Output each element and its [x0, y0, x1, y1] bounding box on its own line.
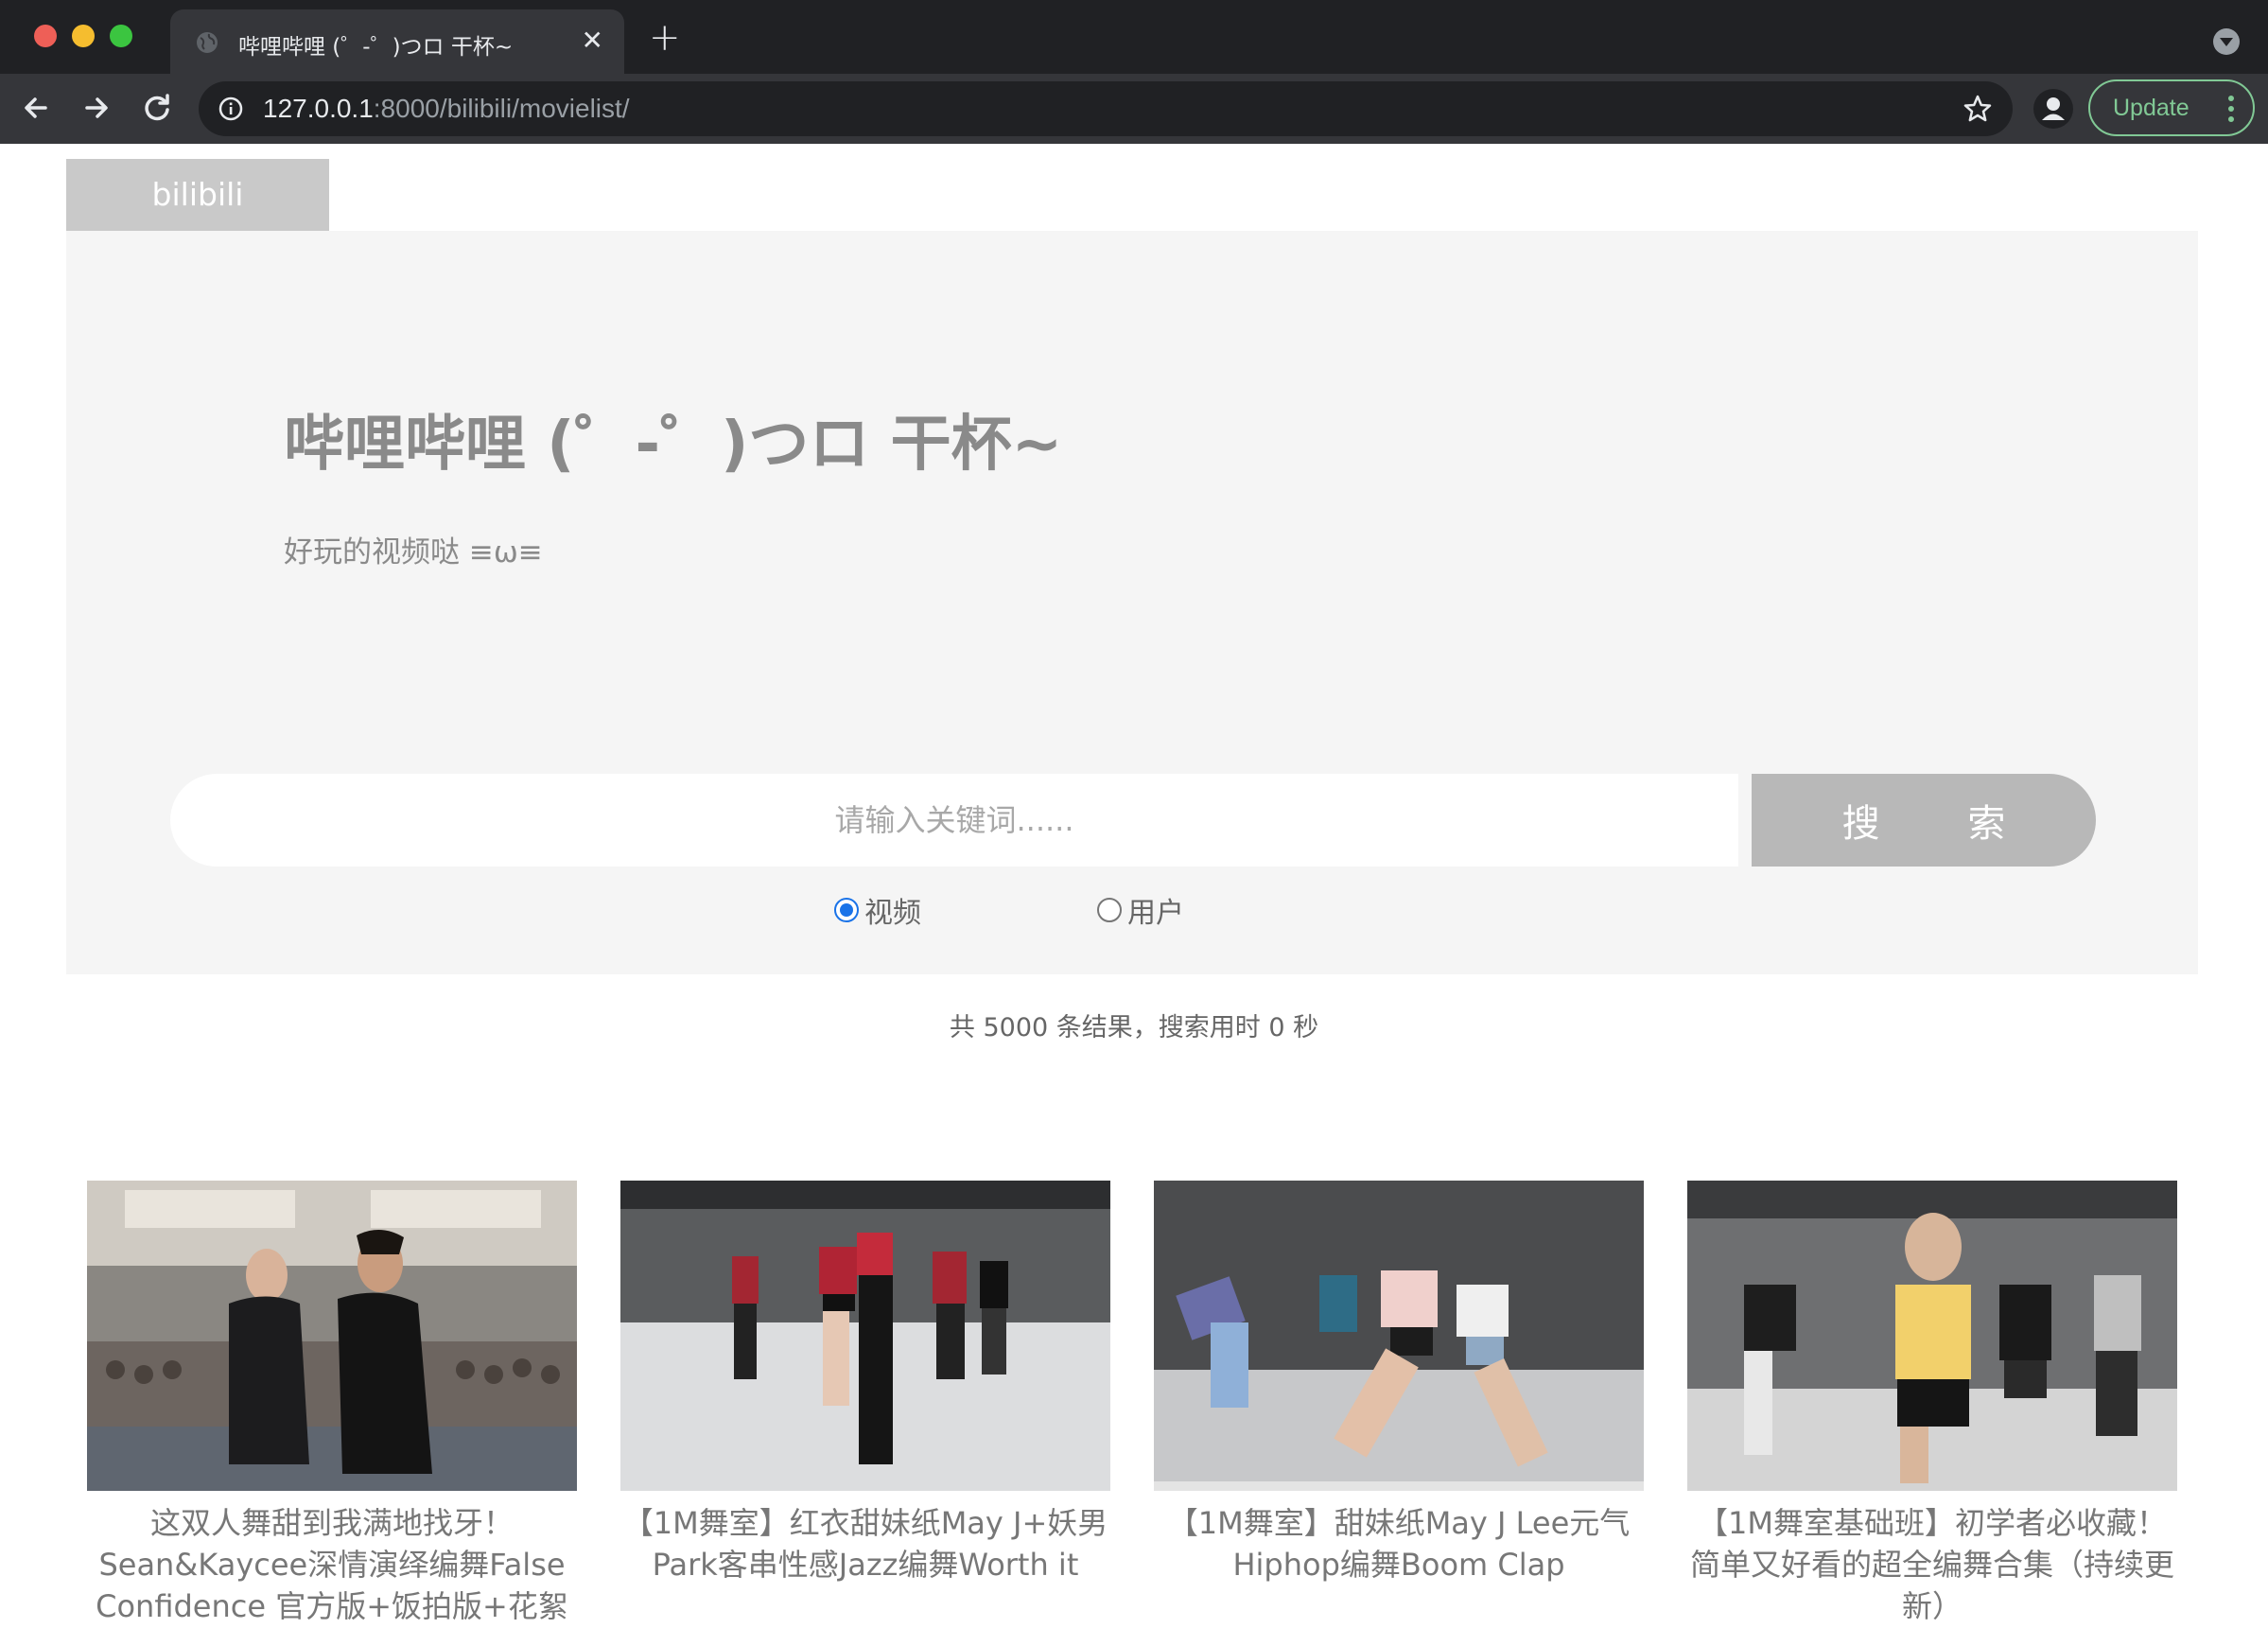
close-window-button[interactable]: [34, 25, 57, 47]
bookmark-star-icon[interactable]: [1962, 93, 1994, 125]
profile-icon[interactable]: [2033, 89, 2073, 129]
video-thumbnail[interactable]: [620, 1181, 1110, 1491]
globe-icon: [197, 32, 218, 53]
url-path: :8000/bilibili/movielist/: [373, 94, 630, 123]
video-title[interactable]: 【1M舞室】红衣甜妹纸May J+妖男Park客串性感Jazz编舞Worth i…: [620, 1502, 1110, 1585]
radio-video[interactable]: 视频: [834, 891, 921, 930]
video-card[interactable]: 【1M舞室】红衣甜妹纸May J+妖男Park客串性感Jazz编舞Worth i…: [620, 1181, 1110, 1585]
result-summary: 共 5000 条结果，搜索用时 0 秒: [949, 1013, 1319, 1042]
page-title: 哔哩哔哩 (゜-゜)つロ 干杯~: [284, 410, 1063, 480]
url-text: 127.0.0.1:8000/bilibili/movielist/: [263, 94, 630, 124]
video-thumbnail[interactable]: [87, 1181, 577, 1491]
video-thumbnail[interactable]: [1687, 1181, 2177, 1491]
minimize-window-button[interactable]: [72, 25, 95, 47]
reload-button[interactable]: [136, 87, 178, 129]
video-card[interactable]: 【1M舞室基础班】初学者必收藏！简单又好看的超全编舞合集（持续更新）: [1687, 1181, 2177, 1627]
video-title[interactable]: 【1M舞室基础班】初学者必收藏！简单又好看的超全编舞合集（持续更新）: [1687, 1502, 2177, 1627]
browser-tab-bar: 哔哩哔哩 (゜-゜)つロ 干杯~ ✕ +: [0, 0, 2268, 74]
back-button[interactable]: [15, 87, 57, 129]
tab-title: 哔哩哔哩 (゜-゜)つロ 干杯~: [238, 35, 514, 60]
brand-link[interactable]: bilibili: [66, 159, 329, 231]
update-button[interactable]: Update: [2088, 79, 2255, 136]
maximize-window-button[interactable]: [110, 25, 132, 47]
address-bar[interactable]: 127.0.0.1:8000/bilibili/movielist/: [199, 81, 2013, 136]
arrow-left-icon: [25, 97, 47, 118]
arrow-right-icon: [85, 97, 108, 118]
radio-user-label: 用户: [1127, 897, 1184, 930]
video-card[interactable]: 这双人舞甜到我满地找牙！Sean&Kaycee深情演绎编舞False Confi…: [87, 1181, 577, 1627]
info-icon[interactable]: [218, 96, 244, 122]
page-content: bilibili 哔哩哔哩 (゜-゜)つロ 干杯~ 好玩的视频哒 ≡ω≡ 搜 索…: [0, 144, 2268, 1646]
update-label: Update: [2113, 95, 2189, 121]
video-title[interactable]: 【1M舞室】甜妹纸May J Lee元气Hiphop编舞Boom Clap: [1154, 1502, 1644, 1585]
video-thumbnail[interactable]: [1154, 1181, 1644, 1491]
page-subtitle: 好玩的视频哒 ≡ω≡: [284, 535, 543, 569]
hero-section: 哔哩哔哩 (゜-゜)つロ 干杯~ 好玩的视频哒 ≡ω≡ 搜 索 视频 用户: [66, 231, 2198, 974]
browser-toolbar: 127.0.0.1:8000/bilibili/movielist/ Updat…: [0, 74, 2268, 144]
reload-icon: [145, 94, 169, 121]
radio-video-label: 视频: [864, 897, 921, 930]
new-tab-button[interactable]: +: [649, 19, 681, 57]
video-title[interactable]: 这双人舞甜到我满地找牙！Sean&Kaycee深情演绎编舞False Confi…: [87, 1502, 577, 1627]
radio-user-dot[interactable]: [1097, 898, 1122, 922]
browser-tab[interactable]: 哔哩哔哩 (゜-゜)つロ 干杯~ ✕: [170, 9, 624, 74]
video-card[interactable]: 【1M舞室】甜妹纸May J Lee元气Hiphop编舞Boom Clap: [1154, 1181, 1644, 1585]
search-input[interactable]: [170, 774, 1738, 867]
search-button[interactable]: 搜 索: [1752, 774, 2096, 867]
more-vert-icon: [2228, 96, 2234, 122]
radio-video-dot[interactable]: [834, 898, 859, 922]
close-tab-icon[interactable]: ✕: [582, 26, 603, 55]
url-host: 127.0.0.1: [263, 94, 374, 123]
forward-button[interactable]: [76, 87, 117, 129]
radio-user[interactable]: 用户: [1097, 891, 1184, 930]
tab-search-icon[interactable]: [2213, 28, 2240, 55]
